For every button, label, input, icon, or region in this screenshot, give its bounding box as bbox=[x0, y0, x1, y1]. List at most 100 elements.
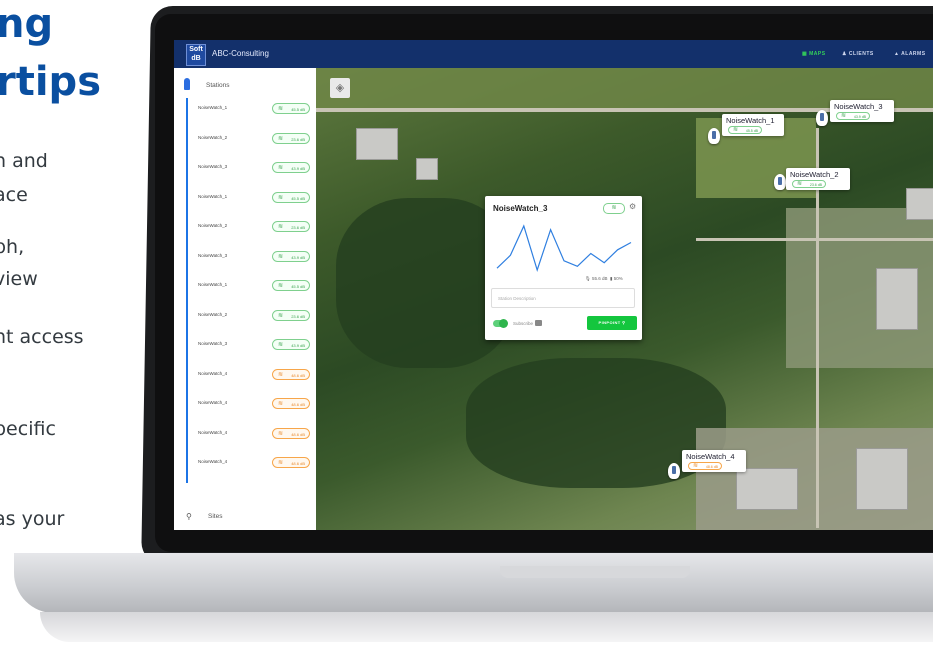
station-name: NoiseWatch_1 bbox=[198, 193, 228, 199]
wifi-icon: ≋ bbox=[278, 430, 284, 437]
station-level-badge: ≋ 45.5 dB bbox=[272, 191, 310, 203]
station-name: NoiseWatch_4 bbox=[198, 459, 228, 464]
station-marker[interactable] bbox=[816, 110, 828, 126]
station-list-item[interactable]: NoiseWatch_3 ≋ 43.9 dB bbox=[194, 159, 312, 177]
station-level-text: 45.5 dB bbox=[291, 107, 305, 112]
map-tag-name: NoiseWatch_1 bbox=[726, 116, 775, 125]
station-name: NoiseWatch_3 bbox=[198, 164, 228, 169]
station-level-text: 23.6 dB bbox=[291, 225, 305, 230]
station-level-badge: ≋ 48.6 dB bbox=[272, 368, 310, 380]
map-building bbox=[736, 468, 798, 510]
gear-icon[interactable]: ⚙ bbox=[629, 202, 636, 211]
location-pin-icon: ⚲ bbox=[186, 512, 192, 521]
station-name: NoiseWatch_2 bbox=[198, 134, 228, 140]
laptop-base-notch bbox=[500, 566, 690, 578]
laptop-screen: Soft dB ABC-Consulting ▦ MAPS ♟ CLIENTS … bbox=[174, 40, 933, 530]
map-tag-level: ≋ 48.6 dB bbox=[688, 462, 722, 470]
marketing-heading-2: rtips bbox=[0, 59, 101, 105]
station-level-badge: ≋ 23.6 dB bbox=[272, 221, 310, 232]
map-road bbox=[696, 238, 933, 241]
nav-clients[interactable]: ♟ CLIENTS bbox=[842, 51, 874, 57]
wifi-icon: ≋ bbox=[278, 135, 284, 142]
wifi-icon: ≋ bbox=[278, 401, 284, 407]
map-tag-level: ≋ 43.9 dB bbox=[836, 112, 870, 120]
station-level-badge: ≋ 43.9 dB bbox=[272, 162, 310, 173]
satellite-map[interactable]: ◈ NoiseWatch_3 ≋ 43.9 dB NoiseWatch_1 ≋ 45… bbox=[316, 68, 933, 530]
station-level-badge: ≋ 23.6 dB bbox=[272, 132, 310, 144]
map-station-tag[interactable]: NoiseWatch_1 ≋ 45.5 dB bbox=[722, 114, 784, 136]
station-name: NoiseWatch_4 bbox=[198, 400, 228, 405]
station-description-input[interactable]: Station Description bbox=[491, 288, 635, 308]
map-tag-name: NoiseWatch_4 bbox=[686, 452, 735, 461]
noise-level-chart bbox=[496, 224, 632, 272]
station-list-item[interactable]: NoiseWatch_2 ≋ 23.6 dB bbox=[194, 218, 312, 236]
pin-icon: ⚲ bbox=[622, 320, 626, 325]
station-level-text: 23.6 dB bbox=[291, 313, 305, 319]
wifi-icon: ≋ bbox=[278, 253, 284, 260]
map-tag-level-text: 45.5 dB bbox=[745, 129, 758, 133]
wifi-icon: ≋ bbox=[841, 113, 847, 119]
wifi-icon: ≋ bbox=[278, 312, 284, 319]
wifi-icon: ≋ bbox=[278, 342, 284, 348]
station-marker[interactable] bbox=[708, 128, 720, 144]
map-station-tag[interactable]: NoiseWatch_2 ≋ 23.6 dB bbox=[786, 168, 850, 190]
station-list-item[interactable]: NoiseWatch_4 ≋ 48.6 dB bbox=[194, 395, 312, 413]
station-popup: NoiseWatch_3 ≋ ⚙ 🎙 55.6 dB ▮ 50% Station… bbox=[485, 196, 642, 340]
station-marker[interactable] bbox=[774, 174, 786, 190]
station-level-badge: ≋ 43.9 dB bbox=[272, 339, 310, 350]
wifi-icon: ≋ bbox=[278, 283, 284, 289]
map-station-tag[interactable]: NoiseWatch_3 ≋ 43.9 dB bbox=[830, 100, 894, 122]
marketing-line: as your bbox=[0, 508, 65, 530]
station-list-item[interactable]: NoiseWatch_3 ≋ 43.9 dB bbox=[194, 336, 312, 354]
station-marker[interactable] bbox=[668, 463, 680, 479]
popup-level: 55.6 dB bbox=[591, 276, 608, 281]
map-station-tag[interactable]: NoiseWatch_4 ≋ 48.6 dB bbox=[682, 450, 746, 472]
station-list-item[interactable]: NoiseWatch_1 ≋ 45.5 dB bbox=[194, 189, 312, 207]
station-list-item[interactable]: NoiseWatch_2 ≋ 23.6 dB bbox=[194, 307, 312, 325]
sidebar-rail bbox=[186, 98, 188, 483]
map-building bbox=[416, 158, 438, 180]
nav-maps[interactable]: ▦ MAPS bbox=[802, 51, 826, 57]
wifi-icon: ≋ bbox=[278, 194, 284, 201]
station-list-item[interactable]: NoiseWatch_4 ≋ 48.6 dB bbox=[194, 454, 312, 472]
station-level-text: 23.6 dB bbox=[291, 136, 305, 142]
subscribe-label: Subscribe bbox=[513, 321, 534, 326]
station-level-text: 45.5 dB bbox=[291, 284, 305, 289]
map-tag-level-text: 43.9 dB bbox=[853, 115, 866, 119]
station-level-badge: ≋ 45.5 dB bbox=[272, 280, 310, 291]
station-list-item[interactable]: NoiseWatch_1 ≋ 45.5 dB bbox=[194, 277, 312, 295]
station-name: NoiseWatch_2 bbox=[198, 311, 228, 317]
stations-label: Stations bbox=[206, 82, 230, 89]
station-list-item[interactable]: NoiseWatch_4 ≋ 48.6 dB bbox=[194, 425, 312, 443]
station-level-badge: ≋ 45.5 dB bbox=[272, 103, 310, 114]
pinpoint-button[interactable]: PINPOINT ⚲ bbox=[587, 316, 637, 330]
station-list-item[interactable]: NoiseWatch_4 ≋ 48.6 dB bbox=[194, 366, 312, 384]
map-building bbox=[856, 448, 908, 510]
layers-icon[interactable]: ◈ bbox=[330, 78, 350, 98]
wifi-icon: ≋ bbox=[278, 460, 284, 466]
nav-alarms[interactable]: ▲ ALARMS bbox=[894, 51, 926, 57]
station-level-text: 43.9 dB bbox=[291, 254, 305, 260]
station-name: NoiseWatch_4 bbox=[198, 370, 228, 376]
wifi-icon: ≋ bbox=[278, 224, 284, 230]
logo-bottom-text: dB bbox=[191, 55, 201, 62]
station-list-item[interactable]: NoiseWatch_3 ≋ 43.9 dB bbox=[194, 248, 312, 266]
microphone-icon: 🎙 bbox=[585, 276, 591, 281]
map-tag-level-text: 48.6 dB bbox=[705, 465, 718, 469]
app-logo[interactable]: Soft dB bbox=[186, 44, 206, 66]
station-level-badge: ≋ 48.6 dB bbox=[272, 398, 310, 409]
popup-title: NoiseWatch_3 bbox=[493, 204, 548, 213]
map-building bbox=[906, 188, 933, 220]
nav-alarms-label: ALARMS bbox=[901, 51, 926, 57]
subscribe-toggle[interactable] bbox=[493, 319, 508, 328]
nav-clients-label: CLIENTS bbox=[848, 51, 874, 57]
wifi-icon: ≋ bbox=[278, 165, 284, 171]
nav-maps-label: MAPS bbox=[809, 51, 826, 57]
station-icon bbox=[184, 78, 190, 90]
popup-battery: 50% bbox=[613, 276, 623, 281]
station-level-text: 43.9 dB bbox=[291, 166, 305, 171]
marketing-line: pecific bbox=[0, 418, 56, 440]
station-list-item[interactable]: NoiseWatch_2 ≋ 23.6 dB bbox=[194, 130, 312, 148]
station-list-item[interactable]: NoiseWatch_1 ≋ 45.5 dB bbox=[194, 100, 312, 118]
station-name: NoiseWatch_3 bbox=[198, 252, 228, 258]
